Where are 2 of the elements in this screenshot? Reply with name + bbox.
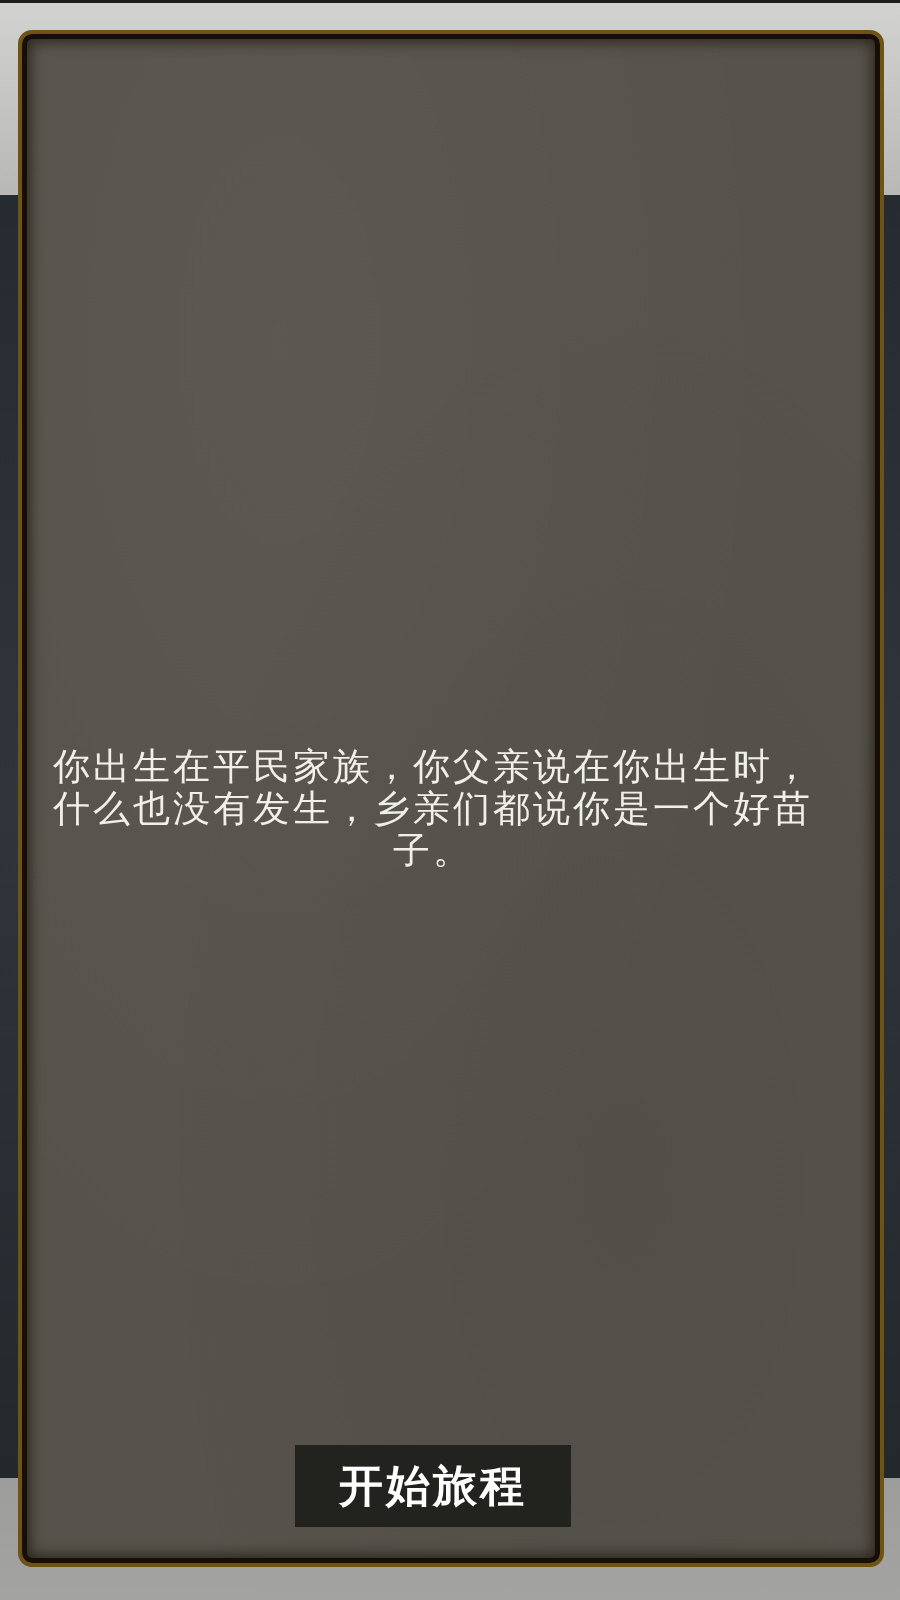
start-journey-button[interactable]: 开始旅程: [295, 1445, 571, 1527]
story-text: 你出生在平民家族，你父亲说在你出生时，什么也没有发生，乡亲们都说你是一个好苗子。: [52, 746, 814, 872]
